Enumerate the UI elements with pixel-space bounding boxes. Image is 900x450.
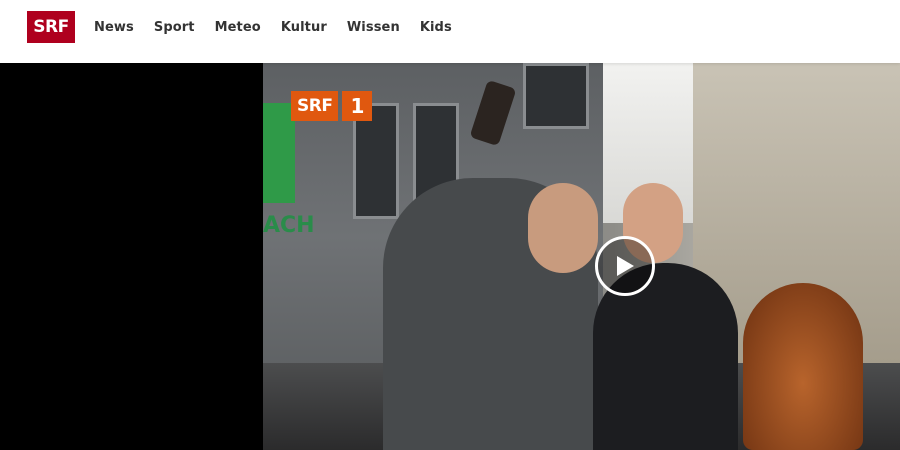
face xyxy=(528,183,598,273)
nav-item-kultur[interactable]: Kultur xyxy=(281,20,327,35)
nav-item-wissen[interactable]: Wissen xyxy=(347,20,400,35)
nav-item-meteo[interactable]: Meteo xyxy=(215,20,261,35)
nav-item-news[interactable]: News xyxy=(94,20,134,35)
main-nav: News Sport Meteo Kultur Wissen Kids xyxy=(94,0,472,55)
play-icon xyxy=(617,256,634,276)
srf-logo[interactable]: SRF xyxy=(27,11,75,43)
cello xyxy=(743,283,863,450)
channel-watermark: SRF 1 xyxy=(291,91,373,121)
watermark-channel-number: 1 xyxy=(342,91,373,121)
play-button[interactable] xyxy=(595,236,655,296)
site-header: SRF News Sport Meteo Kultur Wissen Kids xyxy=(0,0,900,63)
watermark-srf: SRF xyxy=(291,91,339,121)
video-frame[interactable]: ACH SRF 1 xyxy=(263,63,900,450)
video-player[interactable]: ACH SRF 1 xyxy=(0,63,900,450)
nav-item-sport[interactable]: Sport xyxy=(154,20,195,35)
shop-sign: ACH xyxy=(263,213,315,238)
nav-item-kids[interactable]: Kids xyxy=(420,20,452,35)
window xyxy=(523,63,589,129)
